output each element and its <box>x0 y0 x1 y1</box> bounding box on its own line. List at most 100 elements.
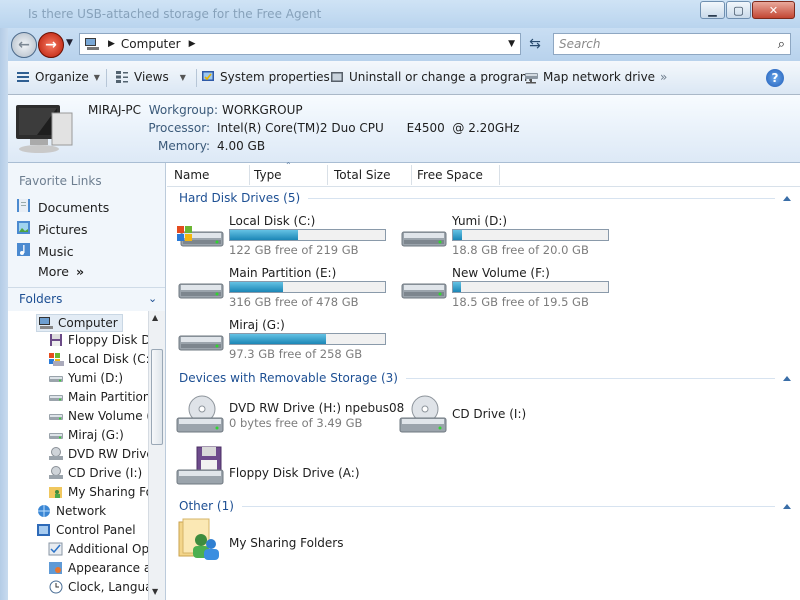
group-header-other[interactable]: Other (1) <box>179 499 791 513</box>
address-bar[interactable]: ▶ Computer ▶ ▼ <box>79 33 521 55</box>
drive-usage-bar <box>229 333 386 345</box>
favorite-link-pictures[interactable]: Pictures <box>16 220 88 238</box>
address-dropdown-icon[interactable]: ▼ <box>508 39 515 49</box>
close-button[interactable]: ✕ <box>752 1 795 19</box>
tree-item-control-panel[interactable]: Control Panel <box>36 523 136 537</box>
system-properties-button[interactable]: System properties <box>201 70 330 84</box>
breadcrumb-separator-icon[interactable]: ▶ <box>108 39 115 49</box>
tree-item-main-partition[interactable]: Main Partition <box>48 390 148 404</box>
tree-item-miraj-g[interactable]: Miraj (G:) <box>48 428 124 442</box>
column-total-size[interactable]: Total Size <box>334 168 390 182</box>
drive-label: Local Disk (C:) <box>229 214 316 228</box>
collapse-group-icon[interactable] <box>783 195 791 201</box>
drive-local-disk-c[interactable]: Local Disk (C:) 122 GB free of 219 GB <box>167 212 387 258</box>
forward-arrow-icon: → <box>45 37 57 53</box>
drive-usage-bar <box>452 281 609 293</box>
computer-icon <box>38 316 54 330</box>
scroll-up-icon[interactable]: ▲ <box>152 313 158 322</box>
close-icon: ✕ <box>768 3 779 17</box>
tree-item-floppy[interactable]: Floppy Disk Dr <box>48 333 148 347</box>
hard-drive-icon <box>48 390 64 404</box>
minimize-icon: ▁ <box>708 3 717 17</box>
drive-main-partition-e[interactable]: Main Partition (E:) 316 GB free of 478 G… <box>167 264 387 310</box>
tree-item-network[interactable]: Network <box>36 504 106 518</box>
drive-free-space: 122 GB free of 219 GB <box>229 243 359 257</box>
tree-item-label: Computer <box>58 316 118 330</box>
drive-floppy-a[interactable]: Floppy Disk Drive (A:) <box>167 444 387 490</box>
favorite-link-music[interactable]: Music <box>16 242 74 260</box>
tree-item-my-sharing-folders[interactable]: My Sharing Fo <box>48 485 148 499</box>
back-button[interactable]: ← <box>11 32 37 58</box>
uninstall-program-button[interactable]: Uninstall or change a program <box>330 70 532 84</box>
drive-free-space: 18.5 GB free of 19.5 GB <box>452 295 589 309</box>
column-free-space[interactable]: Free Space <box>417 168 483 182</box>
drive-dvd-rw-h[interactable]: DVD RW Drive (H:) npebus08 0 bytes free … <box>167 392 404 438</box>
item-my-sharing-folders[interactable]: My Sharing Folders <box>167 518 387 564</box>
map-network-drive-button[interactable]: Map network drive <box>524 70 655 84</box>
drive-new-volume-f[interactable]: New Volume (F:) 18.5 GB free of 19.5 GB <box>390 264 610 310</box>
more-commands-button[interactable]: » <box>660 70 667 84</box>
scroll-down-icon[interactable]: ▼ <box>152 587 158 596</box>
minimize-button[interactable]: ▁ <box>700 1 725 19</box>
tree-item-appearance[interactable]: Appearance ar <box>48 561 148 575</box>
tree-item-clock-language[interactable]: Clock, Langua <box>48 580 148 594</box>
drive-yumi-d[interactable]: Yumi (D:) 18.8 GB free of 20.0 GB <box>390 212 610 258</box>
drive-cd-i[interactable]: CD Drive (I:) <box>390 392 610 438</box>
group-header-hard-disk-drives[interactable]: Hard Disk Drives (5) <box>179 191 791 205</box>
dvd-drive-icon <box>176 395 224 433</box>
folder-tree-scrollbar[interactable]: ▲ ▼ <box>148 311 165 600</box>
drive-label: Yumi (D:) <box>452 214 508 228</box>
drive-label: Main Partition (E:) <box>229 266 337 280</box>
group-header-removable-storage[interactable]: Devices with Removable Storage (3) <box>179 371 791 385</box>
favorite-links-more[interactable]: More » <box>38 264 84 279</box>
tree-item-label: Additional Opt <box>68 542 148 556</box>
breadcrumb-separator-icon[interactable]: ▶ <box>189 39 196 49</box>
column-name[interactable]: Name <box>174 168 209 182</box>
scrollbar-thumb[interactable] <box>151 349 163 445</box>
forward-button[interactable]: → <box>38 32 64 58</box>
tree-item-yumi-d[interactable]: Yumi (D:) <box>48 371 123 385</box>
favorite-link-documents[interactable]: Documents <box>16 198 109 216</box>
tree-item-label: Clock, Langua <box>68 580 148 594</box>
refresh-icon: ⇆ <box>529 36 541 52</box>
views-button[interactable]: Views ▼ <box>115 70 186 84</box>
help-button[interactable]: ? <box>766 69 784 87</box>
recent-pages-dropdown[interactable]: ▼ <box>66 38 73 48</box>
sort-ascending-icon: ⌃ <box>285 161 292 170</box>
search-icon[interactable]: ⌕ <box>778 37 785 52</box>
windows-drive-icon <box>48 352 64 366</box>
breadcrumb-computer[interactable]: Computer <box>121 37 181 51</box>
search-box[interactable]: Search ⌕ <box>553 33 791 55</box>
favorite-link-label: Pictures <box>38 221 88 237</box>
folders-header[interactable]: Folders ⌄ <box>8 287 165 311</box>
search-input[interactable]: Search <box>559 37 601 51</box>
drive-label: Miraj (G:) <box>229 318 285 332</box>
tree-item-dvd-rw[interactable]: DVD RW Drive <box>48 447 148 461</box>
tree-item-additional-options[interactable]: Additional Opt <box>48 542 148 556</box>
group-title: Hard Disk Drives (5) <box>179 191 301 205</box>
command-bar: Organize ▼ Views ▼ System properties Uni… <box>8 61 800 95</box>
computer-icon <box>12 103 74 157</box>
processor-label: Processor: <box>148 121 210 135</box>
tree-item-new-volume[interactable]: New Volume ( <box>48 409 148 423</box>
appearance-icon <box>48 561 64 575</box>
favorite-link-label: Documents <box>38 199 110 215</box>
tree-item-cd-drive[interactable]: CD Drive (I:) <box>48 466 142 480</box>
tree-item-computer[interactable]: Computer <box>36 314 123 332</box>
workgroup-label: Workgroup: <box>148 103 218 117</box>
collapse-group-icon[interactable] <box>783 375 791 381</box>
organize-button[interactable]: Organize ▼ <box>16 70 100 84</box>
hard-drive-icon <box>401 283 447 299</box>
refresh-button[interactable]: ⇆ <box>524 34 546 54</box>
drive-usage-bar <box>229 229 386 241</box>
maximize-button[interactable]: ▢ <box>726 1 751 19</box>
title-bar: Is there USB-attached storage for the Fr… <box>0 0 800 28</box>
column-type[interactable]: Type <box>254 168 282 182</box>
tree-item-label: DVD RW Drive <box>68 447 148 461</box>
favorite-link-label: Music <box>38 243 74 259</box>
collapse-group-icon[interactable] <box>783 503 791 509</box>
tree-item-label: My Sharing Fo <box>68 485 148 499</box>
drive-miraj-g[interactable]: Miraj (G:) 97.3 GB free of 258 GB <box>167 316 387 362</box>
tree-item-local-disk-c[interactable]: Local Disk (C:) <box>48 352 148 366</box>
content-pane: Name Type ⌃ Total Size Free Space Hard D… <box>167 161 800 600</box>
